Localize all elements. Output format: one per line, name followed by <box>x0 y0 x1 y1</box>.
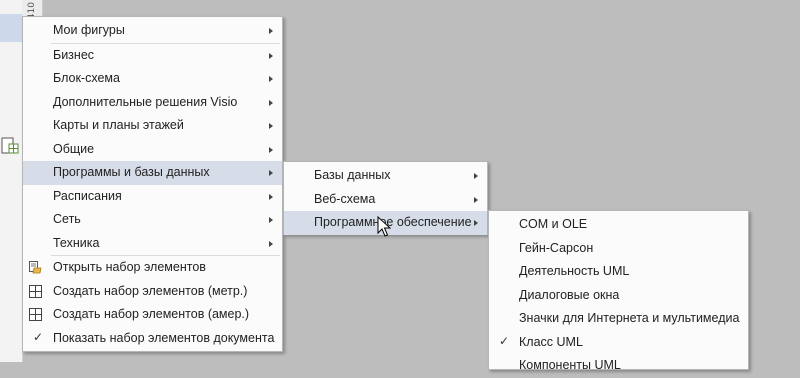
submenu-arrow-icon <box>474 173 478 179</box>
menu-item-label: Программы и базы данных <box>53 165 210 179</box>
menu-item-gane-sarson[interactable]: Гейн-Сарсон <box>489 237 748 261</box>
menu-item-label: Блок-схема <box>53 71 120 85</box>
submenu-arrow-icon <box>269 28 273 34</box>
submenu-arrow-icon <box>269 99 273 106</box>
menu-item-dialog-boxes[interactable]: Диалоговые окна <box>489 284 748 308</box>
stencil-shape-icon[interactable] <box>1 136 19 156</box>
menu-item-uml-activity[interactable]: Деятельность UML <box>489 260 748 284</box>
menu-item-label: Значки для Интернета и мультимедиа <box>519 311 740 325</box>
menu-item-flowchart[interactable]: Блок-схема <box>23 67 282 91</box>
menu-item-databases[interactable]: Базы данных <box>284 164 487 188</box>
submenu-arrow-icon <box>269 193 273 200</box>
menu-item-uml-class[interactable]: ✓ Класс UML <box>489 331 748 355</box>
menu-item-label: COM и OLE <box>519 217 588 231</box>
submenu-arrow-icon <box>269 146 273 153</box>
submenu-arrow-icon <box>269 170 273 176</box>
menu-item-new-stencil-metric[interactable]: Создать набор элементов (метр.) <box>23 280 282 304</box>
menu-item-my-shapes[interactable]: Мои фигуры <box>23 19 282 43</box>
menu-item-com-ole[interactable]: COM и OLE <box>489 213 748 237</box>
menu-item-uml-components[interactable]: Компоненты UML <box>489 354 748 378</box>
menu-item-label: Класс UML <box>519 334 583 349</box>
menu-item-business[interactable]: Бизнес <box>23 44 282 68</box>
menu-item-label: Диалоговые окна <box>519 287 620 302</box>
open-stencil-icon <box>29 261 42 274</box>
submenu-arrow-icon <box>269 217 273 223</box>
menu-item-label: Гейн-Сарсон <box>519 240 594 255</box>
menu-item-label: Веб-схема <box>314 191 376 206</box>
menu-item-label: Сеть <box>53 212 81 226</box>
more-shapes-menu: Мои фигуры Бизнес Блок-схема Дополнитель… <box>22 16 283 352</box>
menu-item-label: Расписания <box>53 188 122 203</box>
new-stencil-icon <box>29 284 42 298</box>
menu-item-open-stencil[interactable]: Открыть набор элементов <box>23 256 282 280</box>
menu-item-label: Базы данных <box>314 168 391 182</box>
menu-item-label: Создать набор элементов (метр.) <box>53 283 248 298</box>
software-submenu: COM и OLE Гейн-Сарсон Деятельность UML Д… <box>488 210 749 372</box>
menu-item-label: Карты и планы этажей <box>53 118 184 132</box>
menu-item-label: Открыть набор элементов <box>53 260 206 274</box>
menu-item-label: Компоненты UML <box>519 358 621 372</box>
submenu-arrow-icon <box>269 76 273 82</box>
menu-item-show-document-stencil[interactable]: ✓ Показать набор элементов документа <box>23 327 282 351</box>
submenu-arrow-icon <box>269 52 273 59</box>
menu-item-web-diagram[interactable]: Веб-схема <box>284 188 487 212</box>
menu-item-general[interactable]: Общие <box>23 138 282 162</box>
menu-item-software-database[interactable]: Программы и базы данных <box>23 161 282 185</box>
menu-item-label: Программное обеспечение <box>314 215 472 229</box>
menu-item-label: Показать набор элементов документа <box>53 330 275 345</box>
check-icon: ✓ <box>33 329 44 344</box>
mouse-pointer-icon <box>377 216 391 237</box>
selected-stencil-strip <box>0 14 22 42</box>
submenu-arrow-icon <box>269 123 273 129</box>
menu-item-new-stencil-us[interactable]: Создать набор элементов (амер.) <box>23 303 282 327</box>
check-icon: ✓ <box>499 333 510 348</box>
submenu-arrow-icon <box>474 196 478 203</box>
menu-item-visio-extras[interactable]: Дополнительные решения Visio <box>23 91 282 115</box>
menu-item-schedule[interactable]: Расписания <box>23 185 282 209</box>
menu-item-engineering[interactable]: Техника <box>23 232 282 256</box>
menu-item-label: Дополнительные решения Visio <box>53 94 238 109</box>
menu-item-network[interactable]: Сеть <box>23 208 282 232</box>
submenu-arrow-icon <box>474 220 478 226</box>
menu-item-label: Мои фигуры <box>53 23 125 37</box>
shapes-pane-strip <box>0 0 23 362</box>
menu-item-label: Техника <box>53 235 100 250</box>
menu-item-web-media-icons[interactable]: Значки для Интернета и мультимедиа <box>489 307 748 331</box>
submenu-arrow-icon <box>269 240 273 247</box>
new-stencil-icon <box>29 308 42 321</box>
menu-item-label: Деятельность UML <box>519 264 630 278</box>
menu-item-maps-floor-plans[interactable]: Карты и планы этажей <box>23 114 282 138</box>
menu-item-label: Бизнес <box>53 47 95 62</box>
menu-item-label: Общие <box>53 141 95 156</box>
menu-item-label: Создать набор элементов (амер.) <box>53 307 250 321</box>
